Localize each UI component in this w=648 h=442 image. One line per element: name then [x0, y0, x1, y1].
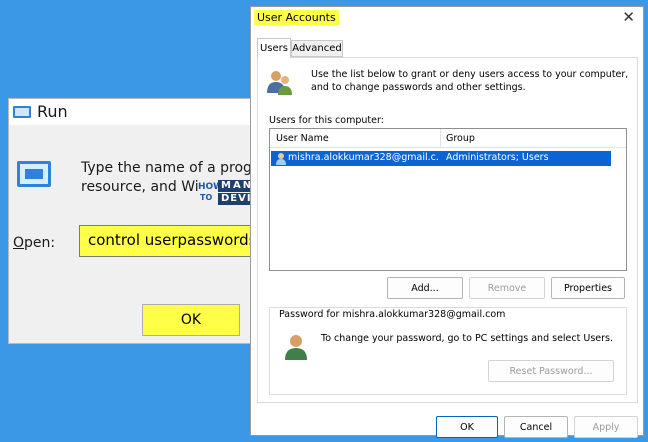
- tab-advanced[interactable]: Advanced: [291, 40, 343, 57]
- reset-password-button[interactable]: Reset Password...: [488, 360, 614, 382]
- add-user-button[interactable]: Add...: [387, 277, 463, 299]
- column-separator: [440, 129, 441, 148]
- open-label: Open:: [13, 235, 56, 251]
- close-icon[interactable]: ✕: [622, 9, 635, 25]
- tab-users[interactable]: Users: [257, 38, 291, 58]
- open-command-value: control userpasswords2: [88, 231, 267, 249]
- run-title: Run: [37, 102, 68, 121]
- column-user-name[interactable]: User Name: [276, 133, 329, 144]
- ok-button[interactable]: OK: [436, 416, 498, 438]
- row-group: Administrators; Users: [446, 152, 549, 163]
- run-program-icon: [17, 161, 51, 187]
- user-accounts-window: User Accounts ✕ Users Advanced Use the l…: [250, 6, 644, 438]
- run-title-bar: Run: [9, 99, 269, 125]
- password-user-icon: [285, 335, 307, 360]
- users-list-header: User Name Group: [270, 129, 626, 148]
- apply-button[interactable]: Apply: [574, 416, 638, 438]
- table-row[interactable]: mishra.alokkumar328@gmail.c... Administr…: [271, 151, 611, 166]
- users-list[interactable]: User Name Group mishra.alokkumar328@gmai…: [269, 128, 627, 271]
- run-description-line-1: Type the name of a progr: [81, 160, 258, 176]
- password-change-text: To change your password, go to PC settin…: [321, 333, 613, 344]
- logo-to: TO: [200, 193, 213, 202]
- password-group-label: Password for mishra.alokkumar328@gmail.c…: [277, 309, 508, 320]
- user-accounts-title: User Accounts: [254, 10, 339, 25]
- users-icon: [267, 71, 292, 95]
- cancel-button[interactable]: Cancel: [504, 416, 568, 438]
- open-command-input[interactable]: control userpasswords2: [79, 225, 271, 257]
- column-group[interactable]: Group: [446, 133, 475, 144]
- run-dialog: Run Type the name of a progr resource, a…: [8, 98, 271, 344]
- remove-user-button[interactable]: Remove: [469, 277, 545, 299]
- properties-button[interactable]: Properties: [551, 277, 625, 299]
- run-app-icon: [13, 106, 31, 118]
- user-icon: [276, 153, 286, 165]
- row-user-name: mishra.alokkumar328@gmail.c...: [288, 152, 438, 163]
- users-for-computer-label: Users for this computer:: [269, 115, 384, 126]
- run-ok-button[interactable]: OK: [142, 304, 240, 336]
- intro-text: Use the list below to grant or deny user…: [311, 69, 629, 93]
